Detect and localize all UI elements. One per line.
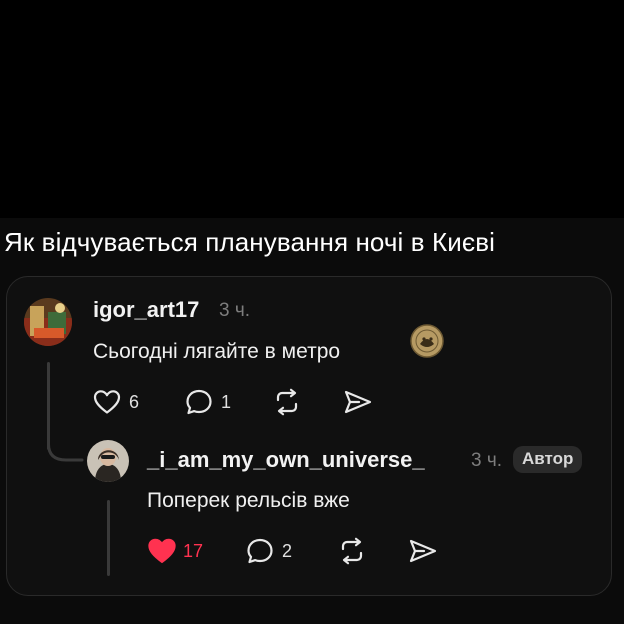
comment-icon[interactable] [246,537,274,565]
screenshot: Як відчувається планування ночі в Києві … [0,0,624,624]
reply-timestamp: 3 ч. [471,450,503,471]
sticker-icon [410,324,444,363]
comment-text: Сьогодні лягайте в метро [93,340,341,363]
comment-avatar[interactable] [24,298,72,346]
post-caption: Як відчувається планування ночі в Києві [4,227,496,257]
comment-timestamp: 3 ч. [219,300,251,321]
reply-reply-count: 2 [282,541,293,561]
media-area [0,0,624,218]
reply-text: Поперек рельсів вже [147,489,350,512]
author-badge: Автор [513,446,583,473]
reply-thread-line [107,500,110,576]
thread-connector-curve [47,430,84,462]
comment-thread-card [6,276,612,596]
repost-icon[interactable] [272,388,302,416]
comment-reply-count: 1 [221,392,232,412]
reply-avatar[interactable] [87,440,129,482]
share-icon[interactable] [408,538,438,564]
repost-icon[interactable] [337,537,367,565]
heart-icon[interactable] [147,537,177,565]
share-icon[interactable] [343,389,373,415]
reply-like-count: 17 [183,541,204,561]
comment-username[interactable]: igor_art17 [93,297,199,323]
heart-icon[interactable] [93,389,121,415]
comment-like-count: 6 [129,392,140,412]
comment-icon[interactable] [185,388,213,416]
reply-username[interactable]: _i_am_my_own_universe_ [147,447,425,473]
